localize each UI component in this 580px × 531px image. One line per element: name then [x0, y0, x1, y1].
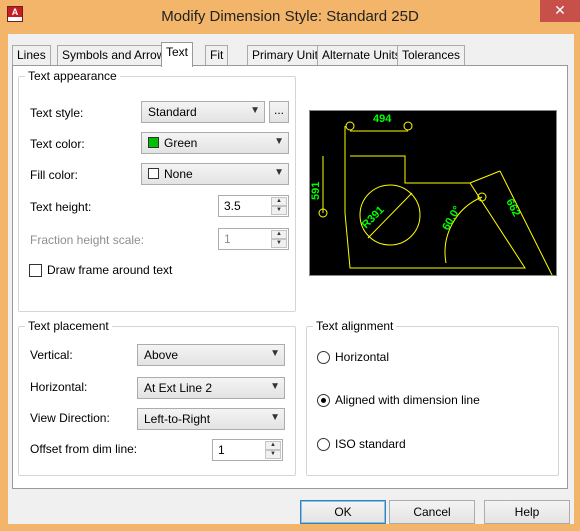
- draw-frame-label: Draw frame around text: [47, 263, 173, 277]
- chevron-down-icon: ▼: [274, 136, 284, 147]
- text-alignment-title: Text alignment: [313, 319, 397, 333]
- text-height-spinner[interactable]: 3.5 ▲ ▼: [218, 195, 289, 217]
- spin-up-icon[interactable]: ▲: [271, 230, 287, 239]
- fill-color-display: None: [148, 167, 193, 181]
- fraction-height-scale-value: 1: [224, 232, 231, 246]
- text-appearance-group: Text appearance Text style: Standard ▼ .…: [18, 69, 296, 312]
- vertical-label: Vertical:: [30, 348, 73, 362]
- ext-line: [469, 170, 501, 184]
- radio-iso-standard[interactable]: [317, 438, 330, 451]
- radio-aligned-label: Aligned with dimension line: [335, 393, 480, 407]
- spin-down-icon[interactable]: ▼: [271, 206, 287, 215]
- vertical-dropdown[interactable]: Above ▼: [137, 344, 285, 366]
- radio-iso-standard-label: ISO standard: [335, 437, 406, 451]
- cancel-button[interactable]: Cancel: [389, 500, 475, 524]
- radio-horizontal[interactable]: [317, 351, 330, 364]
- spinner-arrows[interactable]: ▲ ▼: [265, 441, 281, 459]
- text-height-label: Text height:: [30, 200, 92, 214]
- fraction-height-scale-label: Fraction height scale:: [30, 233, 145, 247]
- preview-drawing: 494 591 R391 60.0° 662: [310, 113, 557, 288]
- horizontal-dropdown[interactable]: At Ext Line 2 ▼: [137, 377, 285, 399]
- text-style-browse-button[interactable]: ...: [269, 101, 289, 123]
- text-style-dropdown[interactable]: Standard ▼: [141, 101, 265, 123]
- offset-value: 1: [218, 443, 225, 457]
- none-color-swatch: [148, 168, 159, 179]
- radio-selected-dot: [321, 398, 326, 403]
- dialog-client-area: Lines Symbols and Arrows Text Fit Primar…: [8, 34, 574, 524]
- dim-label-r391: R391: [360, 204, 387, 231]
- horizontal-label: Horizontal:: [30, 380, 88, 394]
- dimension-preview: 494 591 R391 60.0° 662: [309, 110, 557, 288]
- fraction-height-scale-spinner[interactable]: 1 ▲ ▼: [218, 228, 289, 250]
- text-color-dropdown[interactable]: Green ▼: [141, 132, 289, 154]
- ok-button[interactable]: OK: [300, 500, 386, 524]
- dim-label-494: 494: [373, 113, 392, 125]
- dim-label-591: 591: [310, 182, 322, 200]
- offset-label: Offset from dim line:: [30, 442, 138, 456]
- radio-aligned[interactable]: [317, 394, 330, 407]
- fill-color-value: None: [164, 167, 193, 181]
- chevron-down-icon: ▼: [270, 412, 280, 423]
- dim-label-60: 60.0°: [440, 204, 463, 232]
- view-direction-value: Left-to-Right: [144, 412, 211, 426]
- text-color-value: Green: [164, 136, 198, 150]
- green-color-swatch: [148, 137, 159, 148]
- draw-frame-checkbox[interactable]: [29, 264, 42, 277]
- dim-label-662: 662: [503, 197, 522, 219]
- spinner-arrows[interactable]: ▲ ▼: [271, 230, 287, 248]
- text-style-value: Standard: [148, 105, 197, 119]
- dialog-window: A Modify Dimension Style: Standard 25D ✕…: [0, 0, 580, 531]
- vertical-value: Above: [144, 348, 179, 362]
- text-style-label: Text style:: [30, 106, 84, 120]
- view-direction-dropdown[interactable]: Left-to-Right ▼: [137, 408, 285, 430]
- tab-alternate-units[interactable]: Alternate Units: [317, 45, 406, 65]
- dim-line-662: [499, 170, 556, 282]
- text-color-label: Text color:: [30, 137, 85, 151]
- close-button[interactable]: ✕: [540, 0, 580, 22]
- text-placement-title: Text placement: [25, 319, 112, 333]
- text-alignment-group: Text alignment Horizontal Aligned with d…: [306, 319, 559, 476]
- spin-down-icon[interactable]: ▼: [271, 239, 287, 248]
- spin-down-icon[interactable]: ▼: [265, 450, 281, 459]
- tab-tolerances[interactable]: Tolerances: [397, 45, 466, 65]
- chevron-down-icon: ▼: [250, 105, 260, 116]
- horizontal-value: At Ext Line 2: [144, 381, 213, 395]
- fill-color-label: Fill color:: [30, 168, 79, 182]
- tab-fit[interactable]: Fit: [205, 45, 229, 65]
- text-height-value: 3.5: [224, 199, 241, 213]
- spinner-arrows[interactable]: ▲ ▼: [271, 197, 287, 215]
- tab-text[interactable]: Text: [161, 42, 194, 67]
- fill-color-dropdown[interactable]: None ▼: [141, 163, 289, 185]
- spin-up-icon[interactable]: ▲: [271, 197, 287, 206]
- spin-up-icon[interactable]: ▲: [265, 441, 281, 450]
- help-button[interactable]: Help: [484, 500, 570, 524]
- part-outline: [344, 126, 526, 269]
- radio-horizontal-label: Horizontal: [335, 350, 390, 364]
- grip-marker: [345, 121, 355, 131]
- chevron-down-icon: ▼: [274, 167, 284, 178]
- text-placement-group: Text placement Vertical: Above ▼ Horizon…: [18, 319, 296, 476]
- tab-lines[interactable]: Lines: [12, 45, 51, 65]
- chevron-down-icon: ▼: [270, 381, 280, 392]
- text-appearance-title: Text appearance: [25, 69, 120, 83]
- tab-symbols-and-arrows[interactable]: Symbols and Arrows: [57, 45, 177, 65]
- window-title: Modify Dimension Style: Standard 25D: [161, 8, 419, 25]
- view-direction-label: View Direction:: [30, 411, 110, 425]
- title-bar[interactable]: A Modify Dimension Style: Standard 25D ✕: [0, 0, 580, 34]
- text-color-display: Green: [148, 136, 197, 150]
- grip-marker: [403, 121, 413, 131]
- text-tab-panel: Text appearance Text style: Standard ▼ .…: [12, 65, 568, 489]
- chevron-down-icon: ▼: [270, 348, 280, 359]
- offset-spinner[interactable]: 1 ▲ ▼: [212, 439, 283, 461]
